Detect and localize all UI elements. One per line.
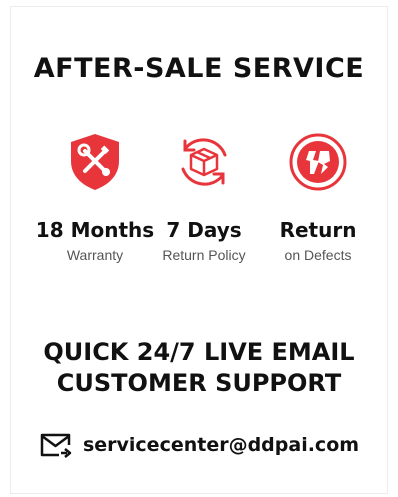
after-sale-card: AFTER-SALE SERVICE 18 Months Warranty 7 … <box>10 6 388 494</box>
feature-return-defects: Return on Defects <box>258 131 378 263</box>
page-title: AFTER-SALE SERVICE <box>33 53 365 84</box>
package-return-icon <box>173 131 235 193</box>
shield-tools-icon <box>64 131 126 193</box>
broken-badge-icon <box>287 131 349 193</box>
email-contact[interactable]: servicecenter@ddpai.com <box>11 431 387 459</box>
feature-warranty: 18 Months Warranty <box>35 131 155 263</box>
feature-subtitle: Warranty <box>66 247 124 263</box>
support-line-2: CUSTOMER SUPPORT <box>56 369 342 397</box>
email-address-link[interactable]: servicecenter@ddpai.com <box>83 434 359 456</box>
feature-return-policy: 7 Days Return Policy <box>144 131 264 263</box>
support-heading: QUICK 24/7 LIVE EMAIL CUSTOMER SUPPORT <box>11 337 387 399</box>
mail-forward-icon <box>39 431 73 459</box>
feature-title: Return <box>279 218 357 242</box>
feature-subtitle: Return Policy <box>162 247 246 263</box>
feature-subtitle: on Defects <box>284 247 352 263</box>
feature-title: 18 Months <box>35 218 155 242</box>
feature-title: 7 Days <box>166 218 242 242</box>
support-line-1: QUICK 24/7 LIVE EMAIL <box>43 338 355 366</box>
